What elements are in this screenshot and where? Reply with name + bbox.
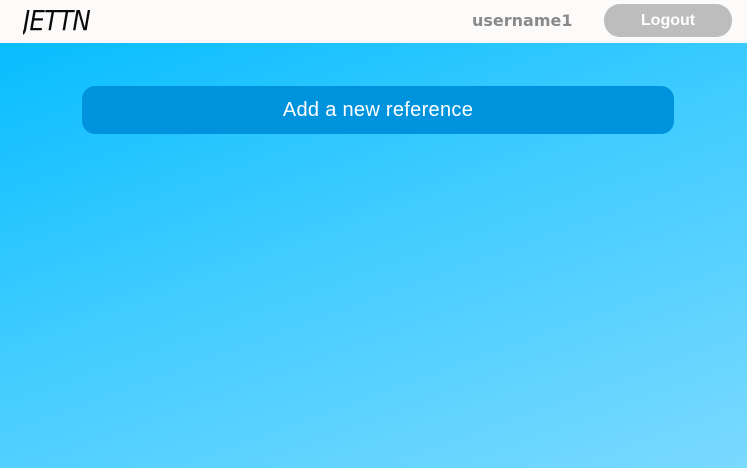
username-label: username1 (472, 11, 573, 30)
app-page: JETTN username1 Logout Add a new referen… (0, 0, 747, 468)
top-navigation-bar: JETTN username1 Logout (0, 0, 747, 43)
brand-logo[interactable]: JETTN (23, 3, 94, 39)
add-new-reference-button[interactable]: Add a new reference (82, 86, 674, 134)
logout-button[interactable]: Logout (604, 4, 732, 37)
